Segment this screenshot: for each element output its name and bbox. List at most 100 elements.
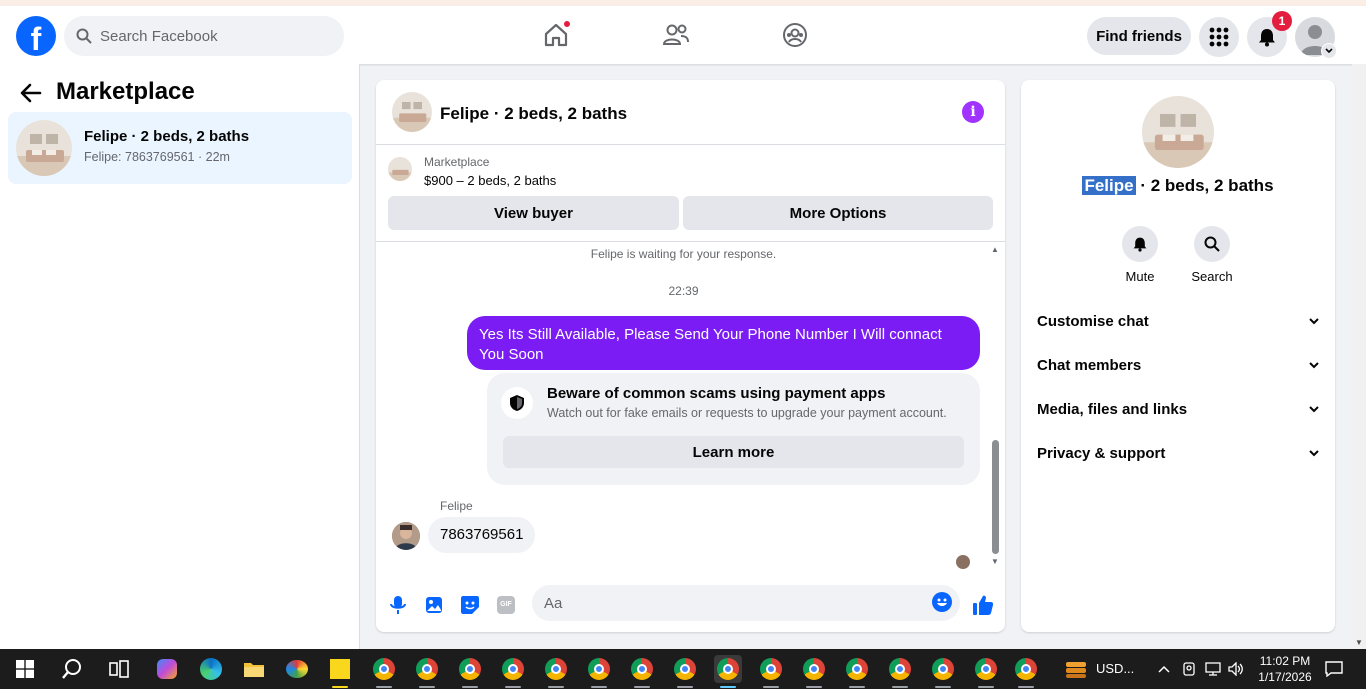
home-nav-button[interactable] xyxy=(541,20,571,50)
microphone-icon[interactable] xyxy=(386,593,410,617)
clock-time: 11:02 PM xyxy=(1259,654,1311,668)
mute-bell-icon[interactable] xyxy=(1122,226,1158,262)
message-scrollbar[interactable]: ▲ ▼ xyxy=(990,243,1000,573)
mute-action[interactable]: Mute xyxy=(1110,226,1170,284)
chrome-profile-9-active-icon[interactable] xyxy=(714,655,742,688)
windows-taskbar: USD... 11:02 PM 1/17/2026 xyxy=(0,649,1366,689)
chevron-down-icon xyxy=(1309,317,1319,324)
show-hidden-icons-chevron-up-icon[interactable] xyxy=(1150,655,1178,683)
chrome-profile-3-icon[interactable] xyxy=(456,655,484,688)
groups-nav-button[interactable] xyxy=(780,20,810,50)
grid-menu-icon xyxy=(1209,27,1229,47)
conversation-preview: Felipe: 7863769561 · 22m xyxy=(84,150,230,164)
currency-widget-label[interactable]: USD... xyxy=(1096,661,1134,676)
search-label: Search xyxy=(1191,269,1233,284)
photo-icon[interactable] xyxy=(422,593,446,617)
conversation-title: Felipe · 2 beds, 2 baths xyxy=(84,128,250,145)
chrome-profile-16-icon[interactable] xyxy=(1012,655,1040,688)
volume-icon[interactable] xyxy=(1222,655,1250,683)
chevron-down-icon xyxy=(1309,405,1319,412)
back-arrow-icon[interactable] xyxy=(18,80,44,106)
marketplace-sidebar: Marketplace Felipe · 2 beds, 2 baths Fel… xyxy=(0,64,360,649)
search-input[interactable] xyxy=(100,16,330,56)
chrome-profile-12-icon[interactable] xyxy=(843,655,871,688)
edge-browser-icon[interactable] xyxy=(197,655,225,683)
chrome-profile-8-icon[interactable] xyxy=(671,655,699,688)
waiting-notice: Felipe is waiting for your response. xyxy=(590,247,777,261)
view-buyer-button[interactable]: View buyer xyxy=(388,196,679,230)
message-composer: GIF xyxy=(376,583,1005,627)
chat-members-section[interactable]: Chat members xyxy=(1037,347,1319,383)
currency-widget-icon[interactable] xyxy=(1062,655,1090,683)
chrome-profile-1-icon[interactable] xyxy=(370,655,398,688)
privacy-support-section[interactable]: Privacy & support xyxy=(1037,435,1319,471)
notification-center-icon[interactable] xyxy=(1320,655,1348,683)
media-files-links-section[interactable]: Media, files and links xyxy=(1037,391,1319,427)
details-title: Felipe · 2 beds, 2 baths xyxy=(1021,176,1335,196)
listing-small-thumbnail xyxy=(388,157,412,181)
incoming-message-bubble[interactable]: 7863769561 xyxy=(428,517,536,553)
facebook-logo-icon[interactable]: f xyxy=(16,16,56,56)
more-options-button[interactable]: More Options xyxy=(683,196,993,230)
scrollbar-thumb[interactable] xyxy=(992,440,999,554)
scroll-up-arrow-icon[interactable]: ▲ xyxy=(990,245,1000,255)
notification-count-badge: 1 xyxy=(1272,11,1292,31)
chat-title[interactable]: Felipe · 2 beds, 2 baths xyxy=(440,104,627,124)
message-input-box[interactable] xyxy=(532,585,960,621)
message-timestamp: 22:39 xyxy=(668,284,699,298)
chrome-profile-6-icon[interactable] xyxy=(585,655,613,688)
paint-app-icon[interactable] xyxy=(283,655,311,683)
emoji-icon[interactable] xyxy=(932,592,952,612)
selected-name-text[interactable]: Felipe xyxy=(1082,176,1136,195)
top-navigation-bar: f Find friends 1 xyxy=(0,6,1366,64)
chrome-profile-5-icon[interactable] xyxy=(542,655,570,688)
learn-more-button[interactable]: Learn more xyxy=(503,436,964,468)
menu-button[interactable] xyxy=(1199,17,1239,57)
thumbs-up-icon[interactable] xyxy=(971,593,995,617)
message-thread: Felipe is waiting for your response. 22:… xyxy=(376,243,1005,573)
gif-icon[interactable]: GIF xyxy=(494,593,518,617)
scroll-down-arrow-icon[interactable]: ▼ xyxy=(990,557,1000,567)
search-box[interactable] xyxy=(64,16,344,56)
chat-header-thumbnail[interactable] xyxy=(392,92,432,132)
chrome-profile-14-icon[interactable] xyxy=(929,655,957,688)
search-in-chat-icon[interactable] xyxy=(1194,226,1230,262)
taskbar-search-icon[interactable] xyxy=(58,655,86,683)
taskbar-clock[interactable]: 11:02 PM 1/17/2026 xyxy=(1252,653,1318,685)
chrome-profile-4-icon[interactable] xyxy=(499,655,527,688)
sticker-icon[interactable] xyxy=(458,593,482,617)
windows-start-icon[interactable] xyxy=(11,655,39,683)
task-view-icon[interactable] xyxy=(105,655,133,683)
details-thumbnail[interactable] xyxy=(1142,96,1214,168)
chrome-profile-15-icon[interactable] xyxy=(972,655,1000,688)
details-title-rest: · 2 beds, 2 baths xyxy=(1135,176,1274,195)
bell-icon xyxy=(1259,29,1275,47)
file-explorer-icon[interactable] xyxy=(240,655,268,683)
copilot-icon[interactable] xyxy=(153,655,181,683)
page-scrollbar[interactable]: ▼ xyxy=(1352,64,1366,649)
section-label: Customise chat xyxy=(1037,312,1149,330)
listing-thumbnail xyxy=(16,120,72,176)
message-input[interactable] xyxy=(544,585,924,621)
sender-name: Felipe xyxy=(440,499,473,513)
customise-chat-section[interactable]: Customise chat xyxy=(1037,303,1319,339)
friends-nav-button[interactable] xyxy=(661,20,691,50)
chrome-profile-13-icon[interactable] xyxy=(886,655,914,688)
page-scroll-down-icon[interactable]: ▼ xyxy=(1355,638,1363,647)
info-icon[interactable]: i xyxy=(962,101,984,123)
chrome-profile-11-icon[interactable] xyxy=(800,655,828,688)
outgoing-message-bubble[interactable]: Yes Its Still Available, Please Send You… xyxy=(467,316,980,370)
chrome-profile-2-icon[interactable] xyxy=(413,655,441,688)
sender-avatar[interactable] xyxy=(392,522,420,550)
chrome-profile-10-icon[interactable] xyxy=(757,655,785,688)
chat-header: Felipe · 2 beds, 2 baths i xyxy=(376,80,1005,145)
search-action[interactable]: Search xyxy=(1182,226,1242,284)
sticky-notes-icon[interactable] xyxy=(326,655,354,688)
chevron-down-icon xyxy=(1309,449,1319,456)
conversation-list-item[interactable]: Felipe · 2 beds, 2 baths Felipe: 7863769… xyxy=(8,112,352,184)
marketplace-label: Marketplace xyxy=(424,155,490,169)
chrome-profile-7-icon[interactable] xyxy=(628,655,656,688)
gif-label: GIF xyxy=(497,596,515,614)
account-chevron-down-icon[interactable] xyxy=(1321,43,1337,59)
find-friends-button[interactable]: Find friends xyxy=(1087,17,1191,55)
